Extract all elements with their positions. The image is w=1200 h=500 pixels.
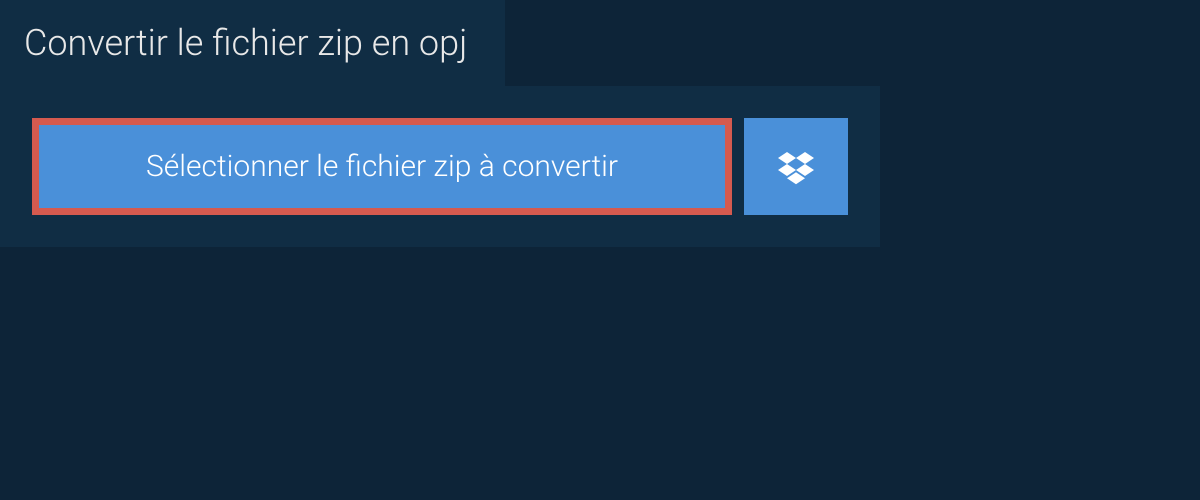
dropbox-icon bbox=[778, 149, 814, 185]
tab-container: Convertir le fichier zip en opj bbox=[0, 0, 505, 86]
button-row: Sélectionner le fichier zip à convertir bbox=[32, 118, 848, 215]
select-file-button[interactable]: Sélectionner le fichier zip à convertir bbox=[32, 118, 732, 215]
tab-title: Convertir le fichier zip en opj bbox=[24, 22, 467, 64]
tab-convert[interactable]: Convertir le fichier zip en opj bbox=[0, 0, 505, 86]
dropbox-button[interactable] bbox=[744, 118, 848, 215]
content-panel: Sélectionner le fichier zip à convertir bbox=[0, 86, 880, 247]
select-file-label: Sélectionner le fichier zip à convertir bbox=[146, 149, 618, 184]
